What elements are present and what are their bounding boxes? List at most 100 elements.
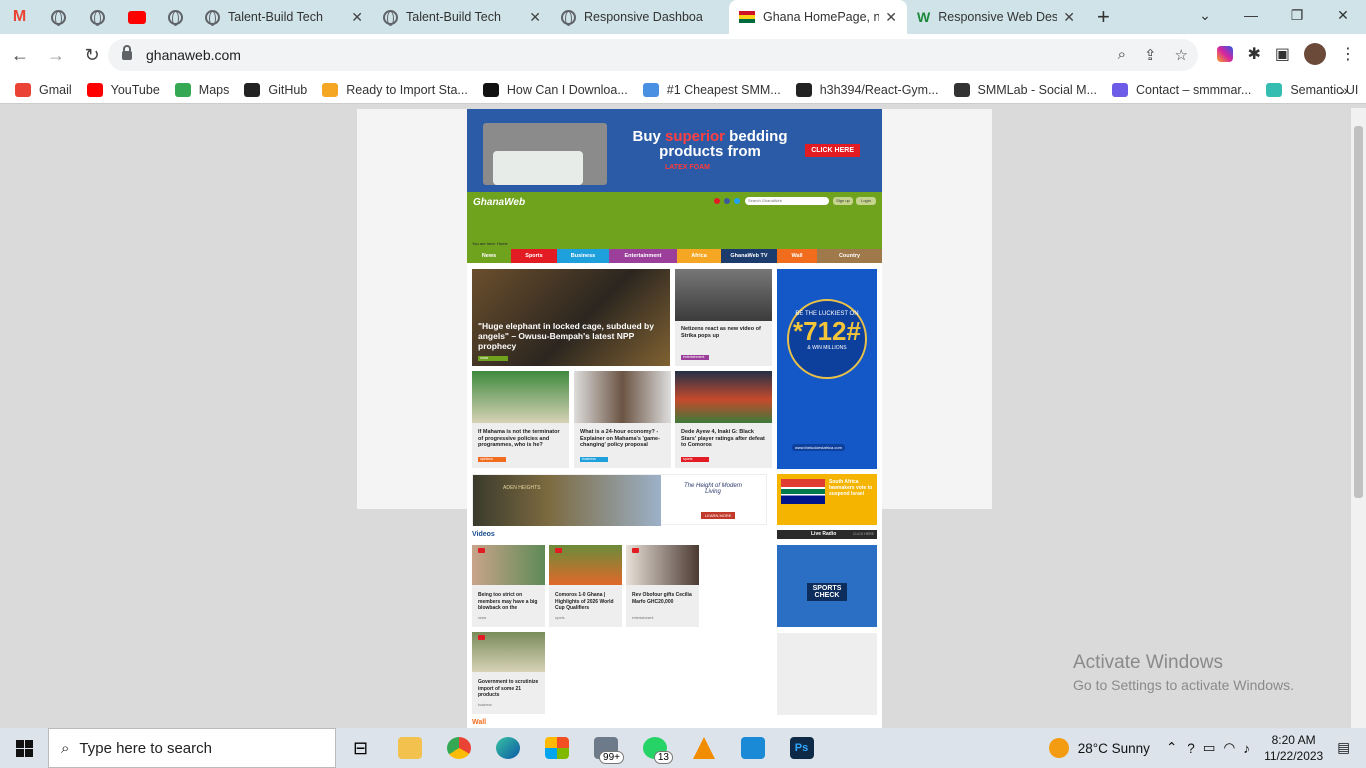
site-logo[interactable]: GhanaWeb: [473, 197, 525, 208]
sa-story-card[interactable]: South Africa lawmakers vote to suspend I…: [777, 474, 877, 525]
forward-button[interactable]: →: [40, 45, 72, 66]
browser-tab[interactable]: Talent-Build Tech ✕: [373, 0, 551, 34]
ad-cta-button[interactable]: CLICK HERE: [805, 144, 860, 157]
bookmark-star-icon[interactable]: ☆: [1175, 46, 1188, 64]
browser-tab[interactable]: W Responsive Web Des ✕: [907, 0, 1085, 34]
sports-check-ad[interactable]: SPORTS CHECK: [777, 545, 877, 627]
close-window-button[interactable]: ✕: [1320, 7, 1366, 24]
new-tab-button[interactable]: +: [1097, 4, 1110, 30]
top-banner-ad[interactable]: Buy superior bedding products from LATEX…: [467, 109, 882, 192]
nav-item-entertainment[interactable]: Entertainment: [609, 249, 677, 263]
mail-app[interactable]: 99+: [581, 728, 630, 768]
site-search-input[interactable]: Search GhanaWeb: [745, 197, 829, 205]
edge-app[interactable]: [483, 728, 532, 768]
video-card[interactable]: Rev Obofour gifts Cecilia Marfo GHC20,00…: [626, 545, 699, 627]
video-title: Rev Obofour gifts Cecilia Marfo GHC20,00…: [632, 592, 692, 605]
bookmark-item[interactable]: GitHub: [244, 82, 307, 97]
browser-tab[interactable]: Responsive Dashboa: [551, 0, 729, 34]
weather-sun-icon[interactable]: [1048, 738, 1069, 758]
video-card[interactable]: Being too strict on members may have a b…: [472, 545, 545, 627]
restore-button[interactable]: ❐: [1274, 7, 1320, 24]
battery-icon[interactable]: ▭: [1203, 740, 1216, 756]
show-hidden-icons[interactable]: ⌃: [1166, 740, 1177, 756]
whatsapp-app[interactable]: 13: [630, 728, 679, 768]
bookmark-item[interactable]: SMMLab - Social M...: [953, 82, 1097, 97]
pinned-tab-1[interactable]: [39, 0, 78, 34]
click-here-link[interactable]: CLICK HERE: [853, 532, 874, 536]
notification-icon[interactable]: ▤: [1337, 740, 1350, 756]
back-button[interactable]: ←: [4, 45, 36, 66]
file-explorer-app[interactable]: [385, 728, 434, 768]
start-button[interactable]: [0, 728, 48, 768]
bookmark-item[interactable]: #1 Cheapest SMM...: [642, 82, 781, 97]
story-card[interactable]: Netizens react as new video of Strika po…: [675, 269, 772, 366]
close-tab-icon[interactable]: ✕: [529, 9, 541, 26]
weather-text[interactable]: 28°C Sunny: [1078, 741, 1150, 756]
instagram-extension-icon[interactable]: [1217, 46, 1234, 62]
signup-button[interactable]: Sign up: [833, 197, 853, 205]
taskbar-search[interactable]: ⌕ Type here to search: [48, 728, 336, 768]
share-icon[interactable]: ⇪: [1144, 46, 1157, 64]
video-card[interactable]: Comoros 1-0 Ghana | Highlights of 2026 W…: [549, 545, 622, 627]
bookmark-item[interactable]: How Can I Downloa...: [482, 82, 628, 97]
browser-tab[interactable]: Talent-Build Tech ✕: [195, 0, 373, 34]
nav-item-business[interactable]: Business: [557, 249, 609, 263]
hero-story[interactable]: "Huge elephant in locked cage, subdued b…: [472, 269, 670, 366]
close-tab-icon[interactable]: ✕: [885, 9, 897, 26]
profile-avatar[interactable]: [1304, 43, 1326, 65]
close-tab-icon[interactable]: ✕: [1063, 9, 1075, 26]
bookmark-item[interactable]: Gmail: [15, 82, 72, 97]
video-card[interactable]: Government to scrutinize import of some …: [472, 632, 545, 714]
bookmark-item[interactable]: Maps: [174, 82, 229, 97]
bookmark-item[interactable]: Ready to Import Sta...: [322, 82, 468, 97]
story-card[interactable]: If Mahama is not the terminator of progr…: [472, 371, 569, 468]
nav-item-ghanaweb-tv[interactable]: GhanaWeb TV: [721, 249, 777, 263]
bookmark-item[interactable]: YouTube: [86, 82, 160, 97]
nav-item-country[interactable]: Country: [817, 249, 882, 263]
facebook-icon[interactable]: [724, 198, 730, 204]
tab-search-icon[interactable]: ⌄: [1182, 7, 1228, 24]
vscode-app[interactable]: [728, 728, 777, 768]
browser-tab-active[interactable]: Ghana HomePage, n ✕: [729, 0, 907, 34]
pinned-tab-gmail[interactable]: M: [0, 0, 39, 34]
nav-item-sports[interactable]: Sports: [511, 249, 557, 263]
nav-item-africa[interactable]: Africa: [677, 249, 721, 263]
reload-button[interactable]: ↻: [76, 45, 108, 66]
nav-item-wall[interactable]: Wall: [777, 249, 817, 263]
aden-heights-ad[interactable]: ADEN HEIGHTS The Height of Modern Living…: [472, 474, 767, 526]
login-button[interactable]: Login: [856, 197, 876, 205]
live-radio-bar[interactable]: Live Radio CLICK HERE: [777, 530, 877, 539]
task-view-button[interactable]: ⊟: [336, 728, 385, 768]
side-lottery-ad[interactable]: BE THE LUCKIEST ON *712# & WIN MILLIONS …: [777, 269, 877, 469]
minimize-button[interactable]: —: [1228, 7, 1274, 23]
clock[interactable]: 8:20 AM 11/22/2023: [1264, 732, 1323, 764]
zoom-icon[interactable]: ⌕: [1118, 46, 1126, 64]
bookmark-item[interactable]: h3h394/React-Gym...: [795, 82, 939, 97]
pinned-tab-3[interactable]: [156, 0, 195, 34]
pinned-tab-youtube[interactable]: [117, 0, 156, 34]
scrollbar-thumb[interactable]: [1354, 126, 1363, 498]
story-card[interactable]: Dede Ayew 4, Inaki G: Black Stars' playe…: [675, 371, 772, 468]
menu-kebab-icon[interactable]: ⋮: [1340, 44, 1356, 64]
learn-more-button[interactable]: LEARN MORE: [701, 512, 736, 519]
side-panel-icon[interactable]: ▣: [1275, 44, 1290, 64]
photoshop-app[interactable]: Ps: [777, 728, 826, 768]
chrome-app[interactable]: [434, 728, 483, 768]
extensions-puzzle-icon[interactable]: ✱: [1247, 44, 1260, 64]
volume-icon[interactable]: ♪: [1243, 741, 1250, 756]
twitter-icon[interactable]: [734, 198, 740, 204]
nav-item-news[interactable]: News: [467, 249, 511, 263]
address-bar[interactable]: ghanaweb.com ⌕ ⇪ ☆: [108, 39, 1198, 71]
store-app[interactable]: [532, 728, 581, 768]
close-tab-icon[interactable]: ✕: [351, 9, 363, 26]
story-card[interactable]: What is a 24-hour economy? - Explainer o…: [574, 371, 671, 468]
page-scrollbar[interactable]: [1351, 108, 1366, 728]
vlc-app[interactable]: [679, 728, 728, 768]
activate-windows-subtitle: Go to Settings to activate Windows.: [1073, 677, 1294, 693]
bookmark-item[interactable]: Contact – smmmar...: [1112, 82, 1251, 97]
pinned-tab-2[interactable]: [78, 0, 117, 34]
youtube-icon[interactable]: [714, 198, 720, 204]
bookmarks-overflow-button[interactable]: »: [1340, 82, 1348, 98]
help-icon[interactable]: ?: [1187, 741, 1195, 756]
wifi-icon[interactable]: ◠: [1224, 740, 1236, 756]
